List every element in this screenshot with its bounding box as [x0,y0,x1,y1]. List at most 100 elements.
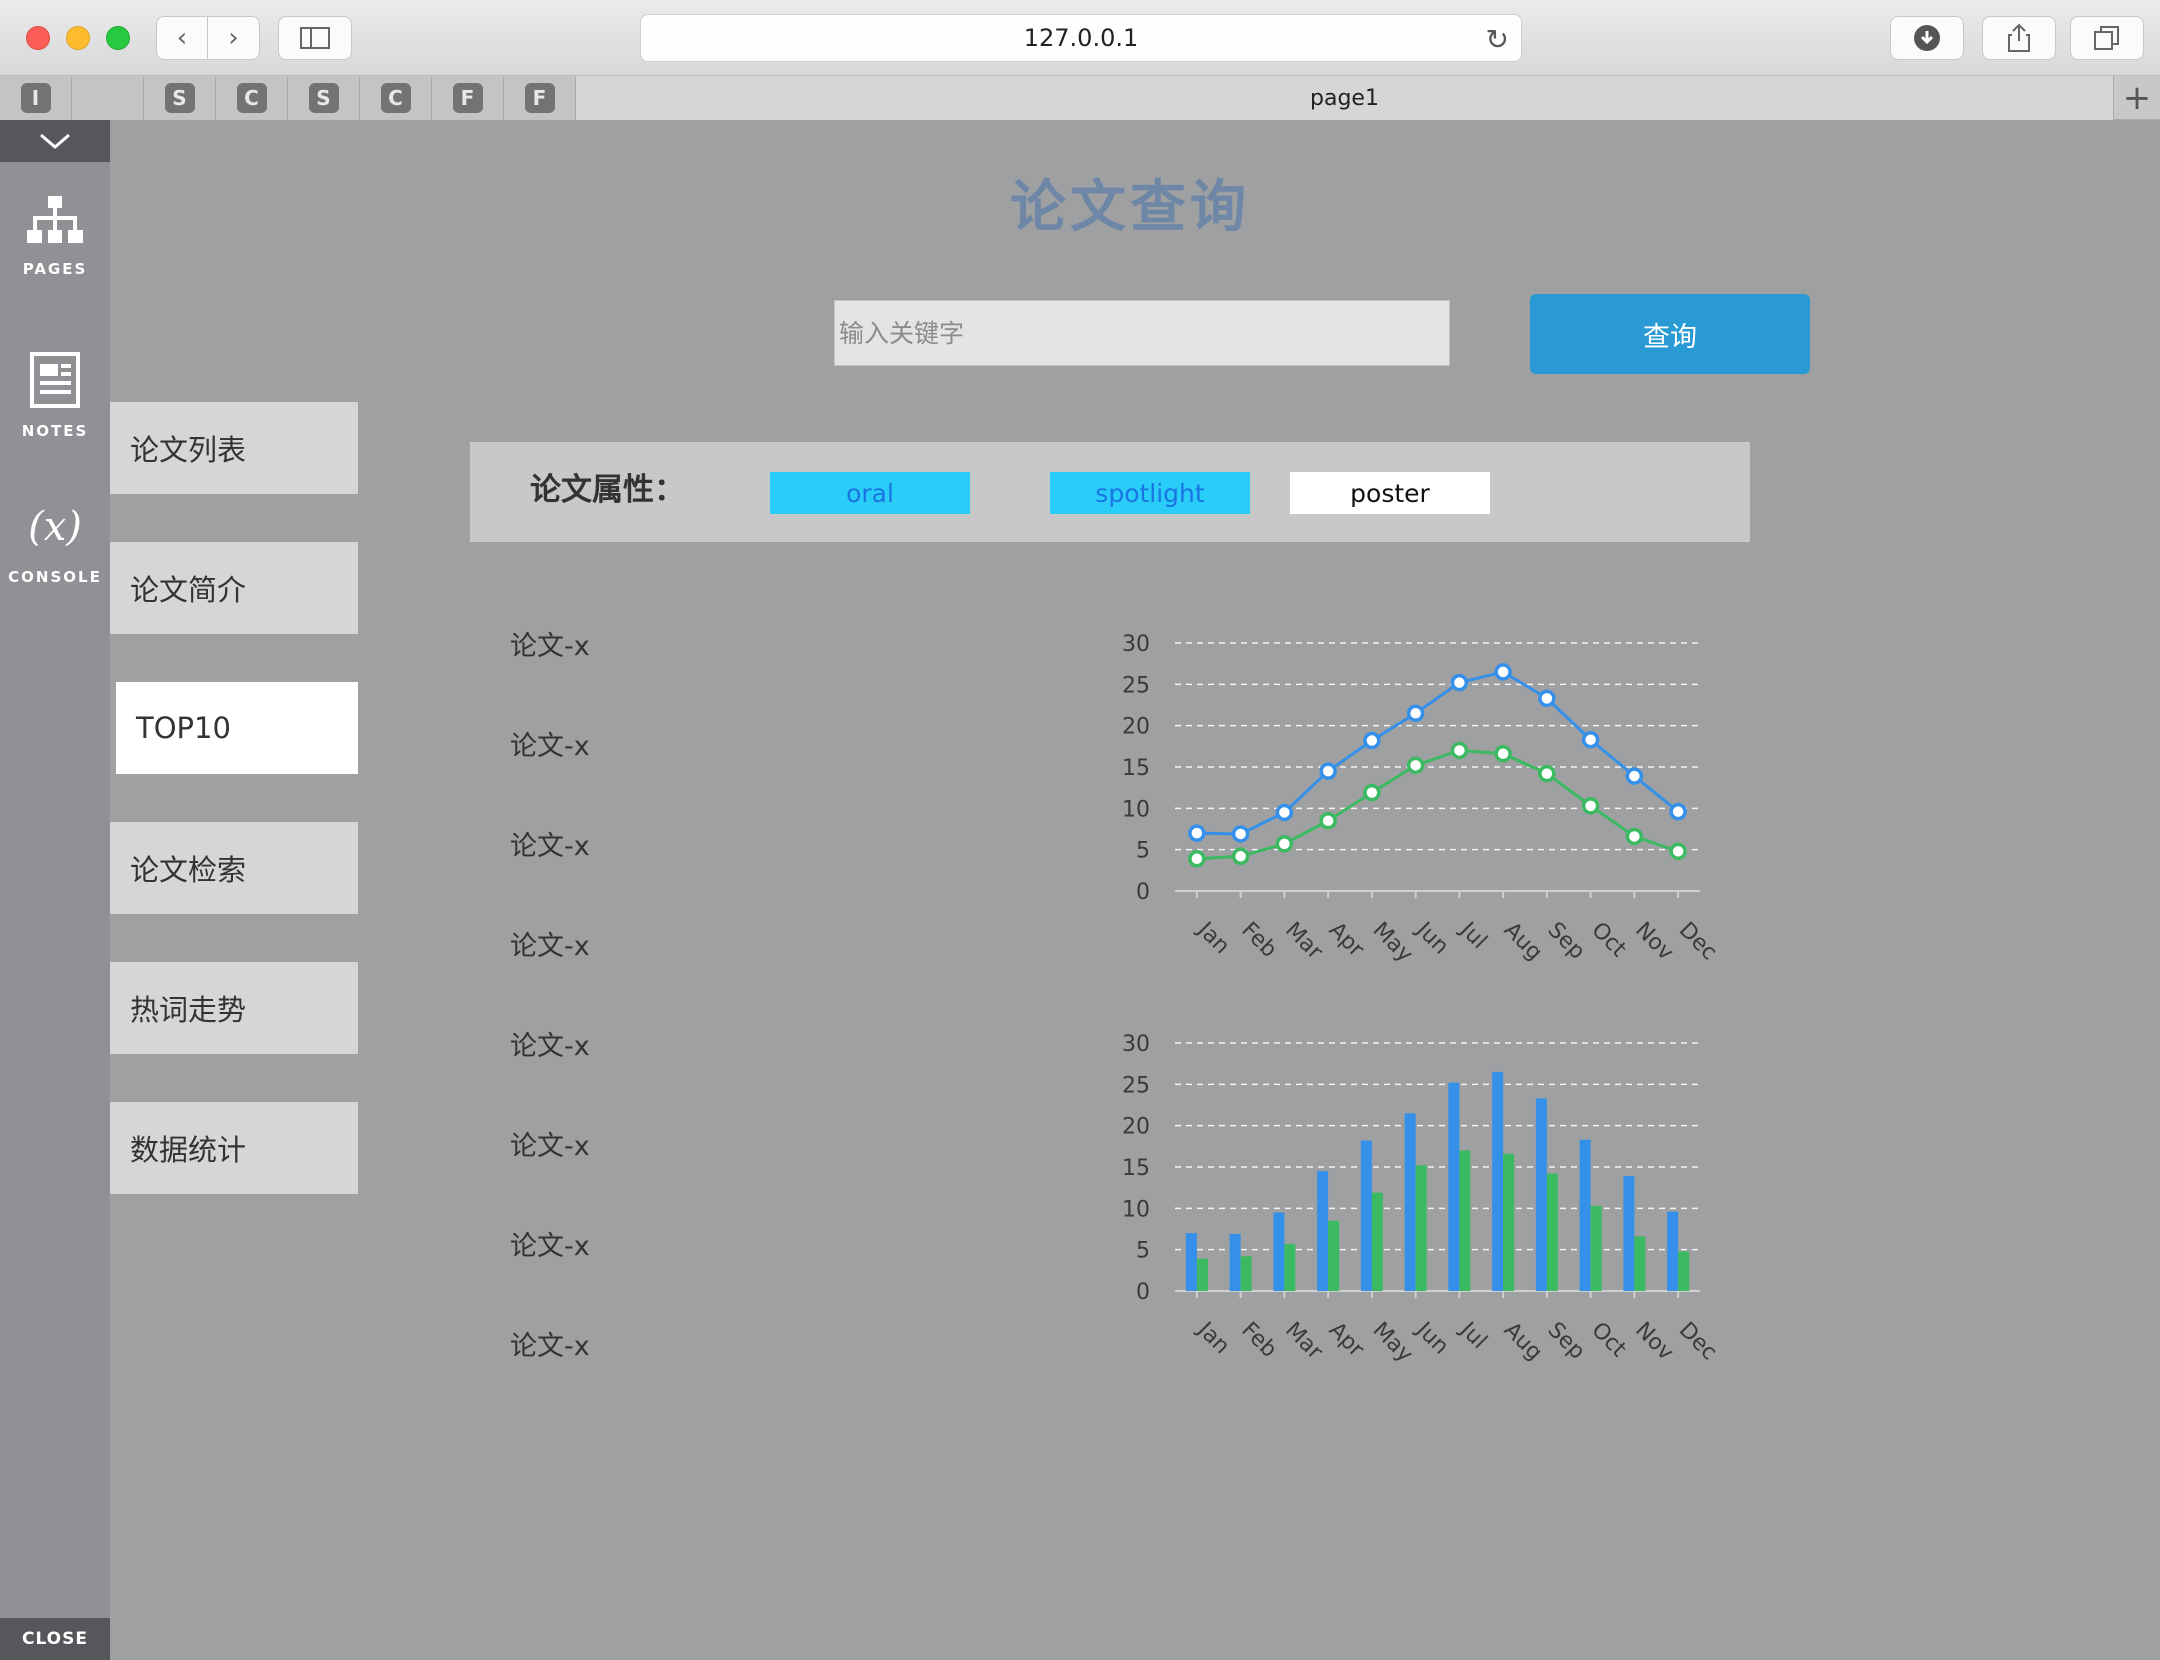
pinned-tab[interactable]: C [360,76,432,120]
data-point [1363,783,1381,802]
x-tick-label: Jun [1410,1316,1453,1359]
data-point [1275,835,1294,853]
share-icon [2008,23,2030,52]
back-button[interactable]: ‹ [156,16,208,60]
nav-item-label: TOP10 [136,711,231,745]
data-point [1538,764,1556,783]
data-point [1581,730,1600,749]
pinned-tab[interactable] [72,76,144,120]
bar [1459,1150,1471,1291]
pinned-tab[interactable]: F [432,76,504,120]
data-point [1231,847,1250,866]
console-tool[interactable]: (x) CONSOLE [0,504,110,586]
nav-item-paper-list[interactable]: 论文列表 [110,402,358,494]
x-tick-label: Apr [1324,1318,1369,1363]
attribute-oral-button[interactable]: oral [770,472,970,514]
pages-tool[interactable]: PAGES [0,196,110,278]
data-point [1188,824,1206,842]
x-tick-label: Jun [1410,916,1453,959]
keyword-search-input[interactable] [834,300,1450,366]
collapse-button[interactable] [0,120,110,162]
data-point [1188,850,1206,868]
bar [1360,1140,1372,1291]
tab-favicon: F [452,83,483,113]
x-tick-label: Mar [1280,1318,1328,1366]
x-tick-label: Aug [1499,1318,1547,1366]
nav-item-hot-words[interactable]: 热词走势 [110,962,358,1054]
zoom-window-button[interactable] [106,26,130,50]
bar [1196,1258,1208,1291]
tab-favicon: S [164,83,195,113]
search-button[interactable]: 查询 [1530,294,1810,374]
bar [1317,1171,1329,1291]
nav-item-label: 论文列表 [130,433,247,467]
nav-item-label: 论文检索 [130,853,247,887]
y-tick-label: 30 [1122,632,1150,657]
minimize-window-button[interactable] [66,26,90,50]
line-chart: 0 5 10 15 20 25 30 Jan FebMarApr MayJun Jul AugSepO… [1122,632,1722,967]
x-tick-label: Jul [1454,916,1492,954]
pinned-tab[interactable]: I [0,76,72,120]
share-button[interactable] [1982,16,2056,60]
data-point [1625,827,1644,846]
forward-button[interactable]: › [208,16,260,60]
paper-list-item[interactable]: 论文-x [510,724,590,763]
x-tick-label: Jan [1191,916,1234,959]
paper-list-item[interactable]: 论文-x [510,924,590,963]
attribute-spotlight-button[interactable]: spotlight [1050,472,1250,514]
attribute-option-label: poster [1350,478,1430,508]
paper-list-item[interactable]: 论文-x [510,624,590,663]
tab-overview-button[interactable] [2070,16,2144,60]
data-point [1669,842,1687,861]
sidebar-toggle-button[interactable] [278,16,352,60]
data-point [1319,811,1337,830]
data-point [1494,663,1512,681]
paper-list-item[interactable]: 论文-x [510,1224,590,1263]
tab-title: page1 [1310,85,1379,111]
address-bar[interactable]: 127.0.0.1 ↻ [640,14,1522,62]
x-tick-label: Mar [1280,918,1328,966]
downloads-button[interactable] [1890,16,1964,60]
bar [1590,1205,1602,1291]
pages-label: PAGES [22,260,88,278]
active-tab[interactable]: page1 [576,76,2114,120]
paper-list-item[interactable]: 论文-x [510,824,590,863]
nav-item-top10[interactable]: TOP10 [116,682,358,774]
attribute-label: 论文属性： [530,472,685,508]
x-tick-label: May [1368,1318,1418,1368]
paper-list-item[interactable]: 论文-x [510,1024,590,1063]
bar [1328,1220,1340,1291]
new-tab-button[interactable]: + [2114,76,2160,120]
pinned-tab[interactable]: F [504,76,576,120]
prototype-tool-sidebar: PAGES NOTES (x) CONSOLE CLOSE [0,120,110,1660]
x-tick-label: Oct [1586,918,1631,963]
nav-item-label: 热词走势 [130,993,247,1027]
x-tick-label: Apr [1324,918,1369,963]
tab-favicon: C [380,83,411,113]
paper-list-item[interactable]: 论文-x [510,1124,590,1163]
bar [1535,1098,1547,1291]
y-tick-label: 15 [1122,756,1150,781]
close-window-button[interactable] [26,26,50,50]
attribute-option-label: spotlight [1095,478,1205,508]
chevron-left-icon: ‹ [176,23,188,53]
paper-list-item[interactable]: 论文-x [510,1324,590,1363]
y-tick-label: 0 [1136,1280,1150,1305]
x-tick-label: Nov [1630,1318,1678,1366]
y-tick-label: 25 [1122,673,1150,698]
reload-icon[interactable]: ↻ [1486,23,1509,56]
pinned-tab[interactable]: S [144,76,216,120]
y-tick-label: 5 [1136,839,1150,864]
attribute-poster-button[interactable]: poster [1290,472,1490,514]
notes-tool[interactable]: NOTES [0,352,110,440]
url-text: 127.0.0.1 [1023,24,1139,52]
pinned-tab[interactable]: C [216,76,288,120]
close-sidebar-button[interactable]: CLOSE [0,1618,110,1660]
nav-item-paper-search[interactable]: 论文检索 [110,822,358,914]
data-point [1669,802,1687,821]
x-tick-label: Oct [1586,1318,1631,1363]
data-point [1275,803,1294,822]
nav-item-paper-intro[interactable]: 论文简介 [110,542,358,634]
nav-item-statistics[interactable]: 数据统计 [110,1102,358,1194]
pinned-tab[interactable]: S [288,76,360,120]
